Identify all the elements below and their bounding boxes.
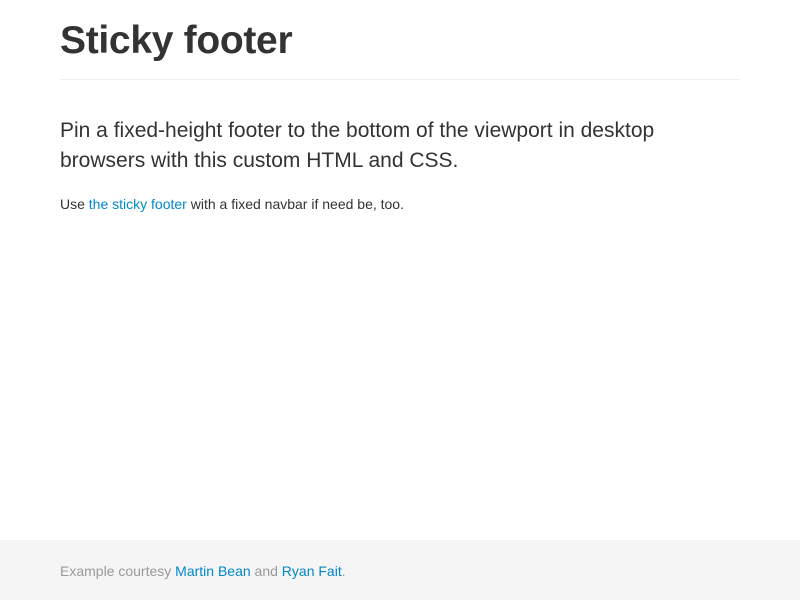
martin-bean-link[interactable]: Martin Bean [175, 563, 250, 579]
page-title: Sticky footer [60, 19, 293, 62]
body-text-suffix: with a fixed navbar if need be, too. [186, 196, 404, 212]
lead-paragraph: Pin a fixed-height footer to the bottom … [60, 119, 655, 172]
footer: Example courtesy Martin Bean and Ryan Fa… [0, 540, 800, 600]
page-header: Sticky footer [60, 0, 740, 80]
footer-suffix: . [341, 563, 346, 579]
body-text-prefix: Use [60, 196, 89, 212]
main-container: Sticky footer Pin a fixed-height footer … [60, 0, 740, 214]
page: Sticky footer Pin a fixed-height footer … [0, 0, 800, 600]
footer-middle: and [250, 563, 282, 579]
sticky-footer-link[interactable]: the sticky footer [89, 196, 187, 212]
ryan-fait-link[interactable]: Ryan Fait [282, 563, 342, 579]
body-paragraph: Use the sticky footer with a fixed navba… [60, 194, 740, 214]
footer-prefix: Example courtesy [60, 563, 176, 579]
footer-credit: Example courtesy Martin Bean and Ryan Fa… [60, 561, 346, 581]
